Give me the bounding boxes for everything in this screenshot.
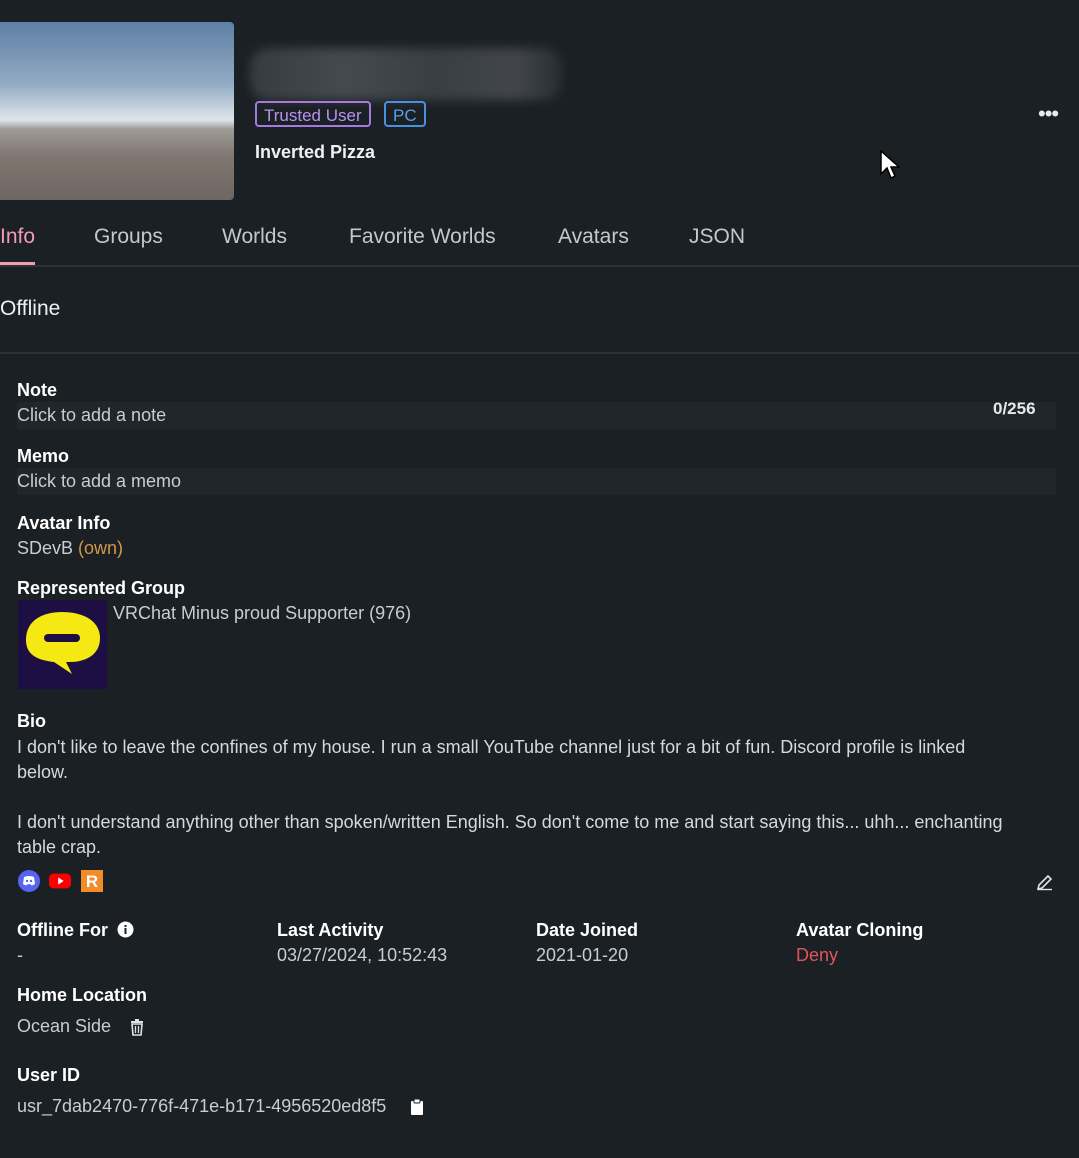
tab-info[interactable]: Info <box>0 225 35 249</box>
represented-group-label: Represented Group <box>17 578 186 598</box>
platform-badge: PC <box>384 101 426 127</box>
note-label: Note <box>17 380 57 400</box>
clipboard-copy-icon[interactable] <box>409 1098 425 1116</box>
mouse-cursor-icon <box>880 150 900 180</box>
tab-worlds[interactable]: Worlds <box>222 225 287 249</box>
group-member-count: (976) <box>369 603 412 623</box>
svg-text:R: R <box>86 872 98 891</box>
date-joined-label: Date Joined <box>536 920 639 940</box>
online-status: Offline <box>0 297 61 320</box>
home-location-label: Home Location <box>17 985 148 1005</box>
avatar-info-label: Avatar Info <box>17 513 111 533</box>
tab-json[interactable]: JSON <box>689 225 745 249</box>
avatar-own-tag: (own) <box>78 538 124 558</box>
note-char-counter: 0/256 <box>993 399 1036 418</box>
edit-pencil-icon[interactable] <box>1035 871 1055 891</box>
info-icon[interactable] <box>117 921 134 938</box>
avatar-info-value[interactable]: SDevB (own) <box>17 538 123 559</box>
last-activity-label: Last Activity <box>277 920 384 940</box>
tab-groups[interactable]: Groups <box>94 225 163 249</box>
last-activity-value: 03/27/2024, 10:52:43 <box>277 945 448 965</box>
avatar-thumbnail[interactable] <box>0 22 234 200</box>
group-logo[interactable] <box>18 600 107 689</box>
offline-for-label: Offline For <box>17 920 134 941</box>
display-name-redacted <box>250 48 562 100</box>
tab-bar: Info Groups Worlds Favorite Worlds Avata… <box>0 215 1079 267</box>
avatar-cloning-label: Avatar Cloning <box>796 920 924 940</box>
speech-bubble-icon <box>26 612 100 674</box>
group-info[interactable]: VRChat Minus proud Supporter (976) <box>113 603 411 624</box>
youtube-icon[interactable] <box>49 870 71 892</box>
memo-placeholder[interactable]: Click to add a memo <box>17 471 181 492</box>
tab-favorite-worlds[interactable]: Favorite Worlds <box>349 225 496 249</box>
date-joined-value: 2021-01-20 <box>536 945 629 965</box>
status-description: Inverted Pizza <box>255 142 376 162</box>
trash-icon[interactable] <box>128 1018 146 1036</box>
bio-label: Bio <box>17 711 46 731</box>
more-options-icon[interactable]: ••• <box>1038 103 1059 125</box>
bio-text: I don't like to leave the confines of my… <box>17 737 1003 857</box>
user-id-label: User ID <box>17 1065 81 1085</box>
memo-label: Memo <box>17 446 70 466</box>
avatar-cloning-value: Deny <box>796 945 839 965</box>
avatar-name[interactable]: SDevB <box>17 538 73 558</box>
section-divider <box>0 352 1079 354</box>
active-tab-indicator <box>0 262 35 265</box>
r-link-icon[interactable]: R <box>81 870 103 892</box>
offline-for-value: - <box>17 945 23 965</box>
user-id-value: usr_7dab2470-776f-471e-b171-4956520ed8f5 <box>17 1096 387 1116</box>
home-location-value[interactable]: Ocean Side <box>17 1016 111 1037</box>
note-placeholder[interactable]: Click to add a note <box>17 405 166 426</box>
group-name[interactable]: VRChat Minus proud Supporter <box>113 603 364 623</box>
trust-rank-badge: Trusted User <box>255 101 371 127</box>
note-field[interactable] <box>17 402 1056 429</box>
discord-icon[interactable] <box>18 870 40 892</box>
tab-avatars[interactable]: Avatars <box>558 225 629 249</box>
